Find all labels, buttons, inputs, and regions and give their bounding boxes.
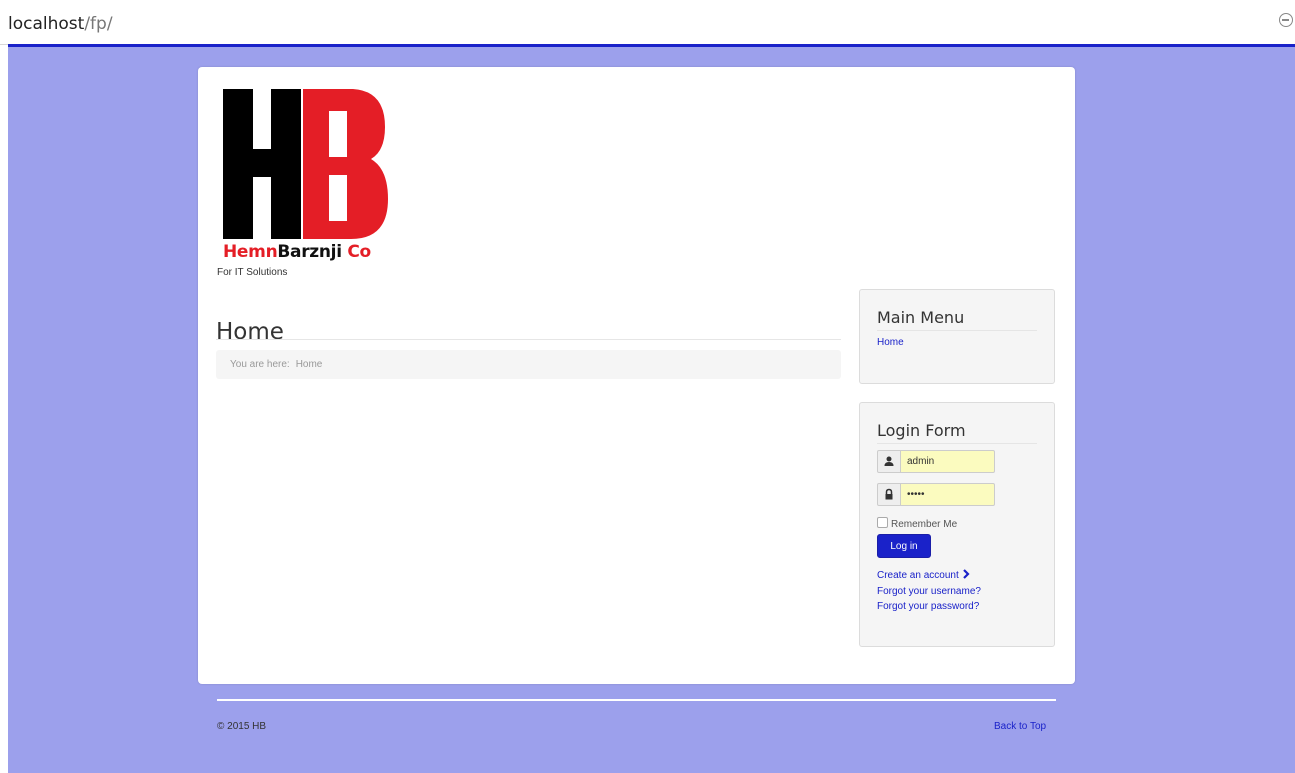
login-button[interactable]: Log in bbox=[877, 534, 931, 558]
logo-brand-part2: Barznji bbox=[277, 242, 342, 262]
login-links: Create an account Forgot your username? … bbox=[877, 568, 981, 614]
username-input[interactable] bbox=[900, 450, 995, 473]
user-icon bbox=[877, 450, 901, 473]
url-text[interactable]: localhost/fp/ bbox=[8, 14, 113, 34]
url-path: /fp/ bbox=[84, 14, 113, 34]
main-menu-divider bbox=[877, 330, 1037, 331]
title-divider bbox=[216, 339, 841, 340]
logo-tagline: For IT Solutions bbox=[217, 267, 288, 278]
footer-copyright: © 2015 HB bbox=[217, 721, 267, 732]
hb-logo-graphic bbox=[223, 89, 388, 239]
logo-wordmark: HemnBarznji Co bbox=[223, 242, 371, 262]
remember-me-checkbox[interactable] bbox=[877, 517, 888, 528]
content-card: HemnBarznji Co For IT Solutions Home You… bbox=[198, 67, 1075, 684]
main-menu-module: Main Menu Home bbox=[859, 289, 1055, 384]
main-menu-item-home[interactable]: Home bbox=[877, 337, 904, 348]
login-form-module: Login Form Remember Me Log in Create an … bbox=[859, 402, 1055, 647]
breadcrumb-current: Home bbox=[295, 359, 323, 370]
url-host: localhost bbox=[8, 14, 85, 34]
breadcrumb: You are here: Home bbox=[216, 350, 841, 379]
create-account-label: Create an account bbox=[877, 570, 959, 581]
forgot-username-link[interactable]: Forgot your username? bbox=[877, 584, 981, 599]
chevron-right-icon bbox=[962, 569, 970, 584]
logo-brand-part3: Co bbox=[341, 242, 371, 262]
password-group bbox=[877, 483, 995, 506]
breadcrumb-label: You are here: bbox=[230, 359, 290, 370]
site-logo[interactable] bbox=[223, 89, 393, 264]
back-to-top-link[interactable]: Back to Top bbox=[994, 721, 1046, 732]
logo-brand-part1: Hemn bbox=[223, 242, 278, 262]
zoom-out-icon[interactable] bbox=[1279, 13, 1293, 27]
page-title: Home bbox=[216, 319, 284, 346]
main-menu-title: Main Menu bbox=[877, 308, 965, 327]
password-input[interactable] bbox=[900, 483, 995, 506]
forgot-password-link[interactable]: Forgot your password? bbox=[877, 599, 981, 614]
create-account-link[interactable]: Create an account bbox=[877, 568, 981, 584]
footer-divider bbox=[217, 699, 1056, 701]
remember-me[interactable]: Remember Me bbox=[877, 517, 957, 530]
browser-address-bar[interactable]: localhost/fp/ bbox=[0, 0, 1295, 45]
lock-icon bbox=[877, 483, 901, 506]
remember-me-label: Remember Me bbox=[891, 519, 958, 530]
login-form-title: Login Form bbox=[877, 421, 966, 440]
login-form-divider bbox=[877, 443, 1037, 444]
username-group bbox=[877, 450, 995, 473]
